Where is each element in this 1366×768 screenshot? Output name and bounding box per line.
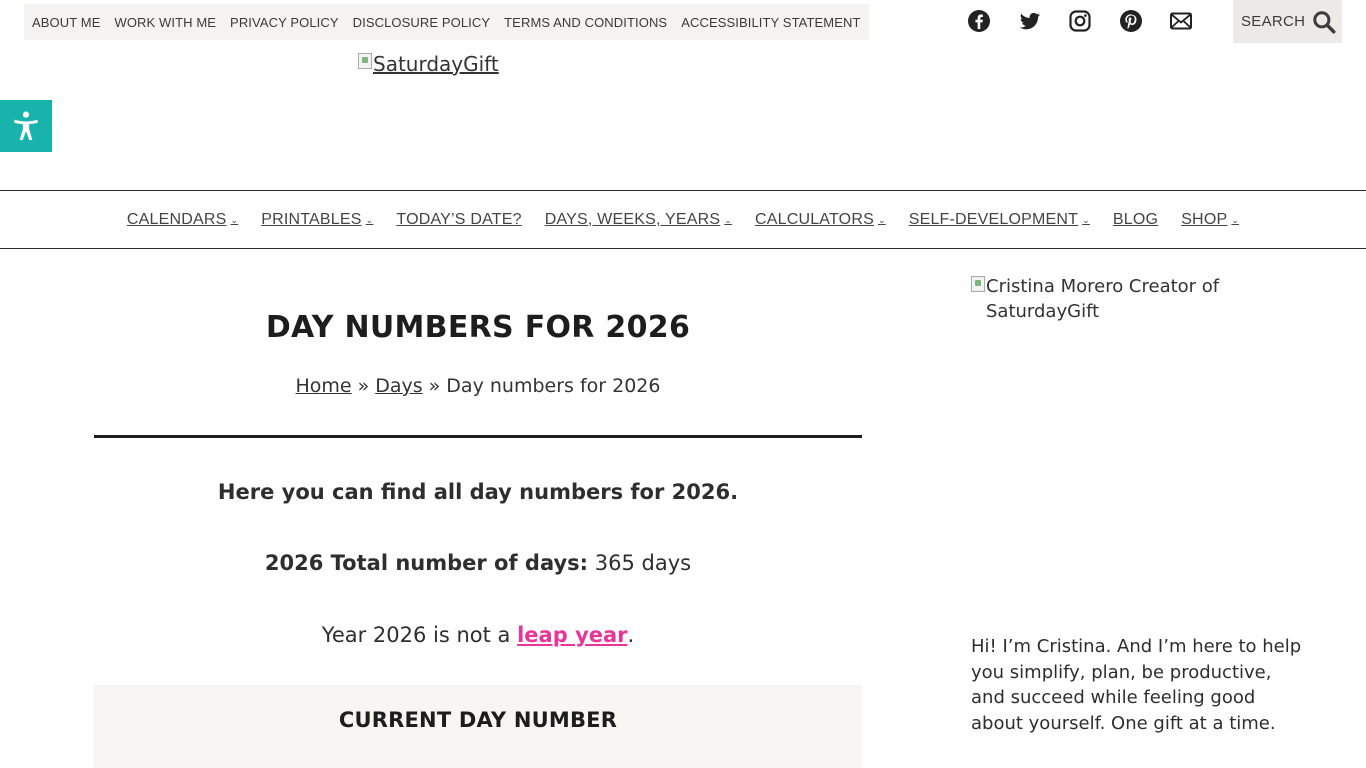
main-navigation: CALENDARS ⌄ PRINTABLES ⌄ TODAY’S DATE? DAY…: [0, 190, 1366, 249]
chevron-down-icon: ⌄: [724, 215, 732, 225]
nav-printables[interactable]: PRINTABLES ⌄: [261, 211, 373, 229]
leap-suffix: .: [627, 623, 635, 647]
divider: [94, 435, 862, 438]
chevron-down-icon: ⌄: [1082, 215, 1090, 225]
nav-shop[interactable]: SHOP ⌄: [1181, 211, 1239, 229]
total-days-label: 2026 Total number of days:: [264, 551, 589, 575]
nav-calendars[interactable]: CALENDARS ⌄: [127, 211, 238, 229]
breadcrumb-separator: »: [428, 375, 441, 397]
breadcrumb-current: Day numbers for 2026: [446, 375, 661, 397]
intro-text: Here you can find all day numbers for 20…: [217, 480, 739, 504]
leap-year-link[interactable]: leap year: [517, 623, 627, 647]
chevron-down-icon: ⌄: [1231, 215, 1240, 225]
email-icon[interactable]: [1168, 8, 1194, 34]
social-links: [966, 8, 1219, 34]
facebook-icon[interactable]: [966, 8, 992, 34]
top-menu-about-me[interactable]: ABOUT ME: [32, 15, 100, 30]
top-menu-work-with-me[interactable]: WORK WITH ME: [114, 15, 216, 30]
top-menu-disclosure-policy[interactable]: DISCLOSURE POLICY: [353, 15, 491, 30]
nav-label: CALCULATORS: [754, 210, 874, 228]
breadcrumb: Home» Days» Day numbers for 2026: [94, 375, 862, 397]
leap-year-text: Year 2026 is not a leap year.: [94, 623, 862, 647]
breadcrumb-home[interactable]: Home: [296, 375, 352, 397]
accessibility-icon: [13, 111, 39, 141]
nav-label: CALENDARS: [126, 210, 227, 228]
chevron-down-icon: ⌄: [230, 215, 239, 225]
total-days-value: 365 days: [588, 551, 692, 575]
nav-calculators[interactable]: CALCULATORS ⌄: [755, 211, 886, 229]
breadcrumb-days[interactable]: Days: [375, 375, 422, 397]
accessibility-toolbar-button[interactable]: [0, 100, 52, 152]
nav-todays-date[interactable]: TODAY’S DATE?: [396, 211, 521, 229]
nav-days-weeks-years[interactable]: DAYS, WEEKS, YEARS ⌄: [545, 211, 732, 229]
twitter-icon[interactable]: [1017, 8, 1043, 34]
top-menu-privacy-policy[interactable]: PRIVACY POLICY: [230, 15, 339, 30]
nav-label: TODAY’S DATE?: [396, 210, 522, 228]
top-menu-terms[interactable]: TERMS AND CONDITIONS: [504, 15, 667, 30]
nav-self-development[interactable]: SELF-DEVELOPMENT ⌄: [909, 211, 1090, 229]
broken-image-icon: [358, 53, 372, 69]
top-menu-accessibility-statement[interactable]: ACCESSIBILITY STATEMENT: [681, 15, 860, 30]
main-content: DAY NUMBERS FOR 2026 Home» Days» Day numbe…: [94, 250, 862, 768]
sidebar: Cristina Morero Creator of SaturdayGift …: [971, 274, 1311, 734]
author-bio: Hi! I’m Cristina. And I’m here to help y…: [971, 636, 1302, 734]
current-day-number-card: CURRENT DAY NUMBER: [94, 685, 862, 768]
leap-prefix: Year 2026 is not a: [321, 623, 518, 647]
chevron-down-icon: ⌄: [365, 215, 374, 225]
card-title: CURRENT DAY NUMBER: [338, 708, 618, 732]
nav-label: SHOP: [1181, 210, 1228, 228]
broken-image-icon: [971, 276, 985, 292]
page-title: DAY NUMBERS FOR 2026: [265, 310, 691, 345]
search-icon: [1313, 10, 1336, 33]
breadcrumb-separator: »: [357, 375, 370, 397]
search-label: SEARCH: [1241, 13, 1306, 30]
logo-alt-text: SaturdayGift: [373, 52, 499, 76]
pinterest-icon[interactable]: [1118, 8, 1144, 34]
author-image-alt: Cristina Morero Creator of SaturdayGift: [986, 276, 1220, 322]
chevron-down-icon: ⌄: [877, 215, 886, 225]
nav-label: PRINTABLES: [261, 210, 362, 228]
top-utility-menu: ABOUT ME WORK WITH ME PRIVACY POLICY DIS…: [24, 4, 869, 40]
nav-label: DAYS, WEEKS, YEARS: [544, 210, 721, 228]
nav-label: SELF-DEVELOPMENT: [908, 210, 1079, 228]
site-logo[interactable]: SaturdayGift: [358, 52, 499, 76]
nav-label: BLOG: [1112, 210, 1159, 228]
instagram-icon[interactable]: [1067, 8, 1093, 34]
total-days: 2026 Total number of days: 365 days: [94, 551, 862, 575]
author-image: Cristina Morero Creator of SaturdayGift: [971, 274, 1311, 324]
search-button[interactable]: SEARCH: [1233, 0, 1342, 43]
nav-blog[interactable]: BLOG: [1113, 211, 1158, 229]
